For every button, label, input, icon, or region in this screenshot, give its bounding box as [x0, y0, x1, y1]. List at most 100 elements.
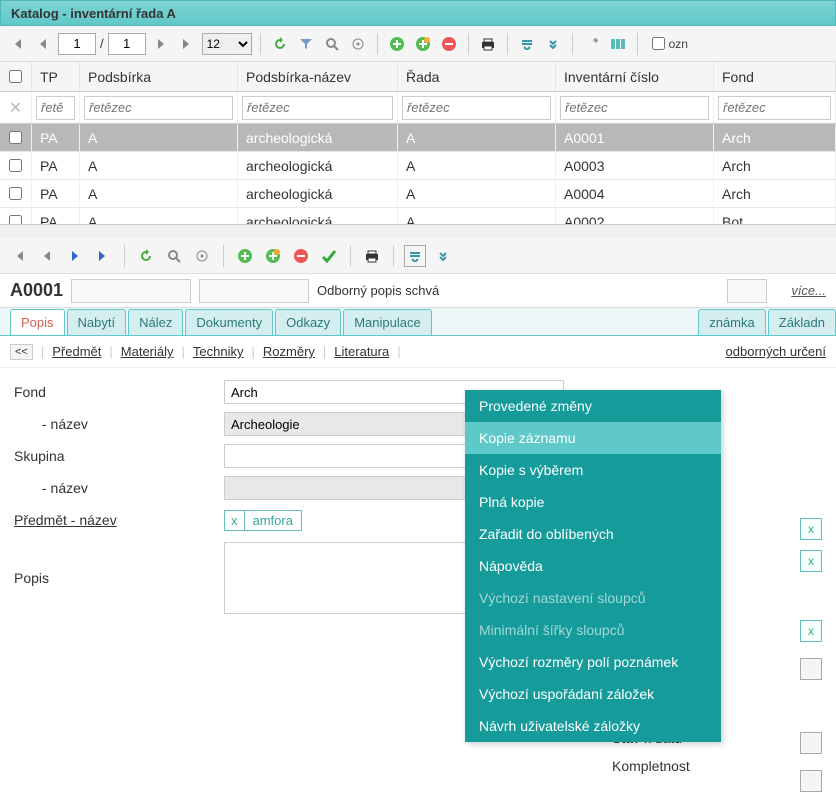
- label-nazev: - název: [14, 416, 224, 432]
- menu-item[interactable]: Kopie záznamu: [465, 422, 721, 454]
- target-button[interactable]: [347, 33, 369, 55]
- label-predmet[interactable]: Předmět - název: [14, 512, 224, 528]
- detail-menu2-button[interactable]: [432, 245, 454, 267]
- tools-button[interactable]: [581, 33, 603, 55]
- filter-podsbirka[interactable]: [84, 96, 233, 120]
- cell-tp: PA: [32, 180, 80, 207]
- x-button-3[interactable]: x: [800, 620, 822, 642]
- subtab-predmet[interactable]: Předmět: [52, 344, 101, 359]
- tab-popis[interactable]: Popis: [10, 309, 65, 335]
- square-2[interactable]: [800, 732, 822, 754]
- record-field-2[interactable]: [199, 279, 309, 303]
- detail-first-button[interactable]: [8, 245, 30, 267]
- refresh-button[interactable]: [269, 33, 291, 55]
- x-button-2[interactable]: x: [800, 550, 822, 572]
- print-button[interactable]: [477, 33, 499, 55]
- col-header-podsbirka-nazev[interactable]: Podsbírka-název: [238, 62, 398, 91]
- subtab-odbornych[interactable]: odborných určení: [726, 344, 826, 359]
- tab-nabyti[interactable]: Nabytí: [67, 309, 127, 335]
- subtab-literatura[interactable]: Literatura: [334, 344, 389, 359]
- detail-search-button[interactable]: [163, 245, 185, 267]
- filter-inv[interactable]: [560, 96, 709, 120]
- page-current-input[interactable]: [58, 33, 96, 55]
- tab-nalez[interactable]: Nález: [128, 309, 183, 335]
- cell-tp: PA: [32, 124, 80, 151]
- filter-podsbirka-nazev[interactable]: [242, 96, 393, 120]
- menu-item[interactable]: Nápověda: [465, 550, 721, 582]
- detail-last-button[interactable]: [92, 245, 114, 267]
- tag-remove-button[interactable]: x: [225, 511, 245, 530]
- menu-item[interactable]: Výchozí rozměry polí poznámek: [465, 646, 721, 678]
- subtab-rozmery[interactable]: Rozměry: [263, 344, 315, 359]
- more-link[interactable]: více...: [791, 283, 826, 298]
- add-copy-button[interactable]: [412, 33, 434, 55]
- table-row[interactable]: PAAarcheologickáAA0003Arch: [0, 152, 836, 180]
- clear-filters-button[interactable]: ✕: [9, 98, 22, 118]
- table-row[interactable]: PAAarcheologickáAA0001Arch: [0, 124, 836, 152]
- detail-menu1-button[interactable]: [404, 245, 426, 267]
- delete-button[interactable]: [438, 33, 460, 55]
- detail-save-button[interactable]: [318, 245, 340, 267]
- square-1[interactable]: [800, 658, 822, 680]
- col-header-podsbirka[interactable]: Podsbírka: [80, 62, 238, 91]
- detail-prev-button[interactable]: [36, 245, 58, 267]
- col-header-fond[interactable]: Fond: [714, 62, 836, 91]
- grid-hscrollbar[interactable]: [0, 224, 836, 238]
- cell-fond: Bot: [714, 208, 836, 224]
- subtab-prev[interactable]: <<: [10, 344, 33, 360]
- search-button[interactable]: [321, 33, 343, 55]
- tab-dokumenty[interactable]: Dokumenty: [185, 309, 273, 335]
- row-checkbox[interactable]: [9, 131, 22, 144]
- label-kompletnost: Kompletnost: [612, 758, 690, 774]
- subtab-techniky[interactable]: Techniky: [193, 344, 244, 359]
- detail-next-button[interactable]: [64, 245, 86, 267]
- next-page-button[interactable]: [150, 33, 172, 55]
- tab-manipulace[interactable]: Manipulace: [343, 309, 432, 335]
- filter-button[interactable]: [295, 33, 317, 55]
- first-page-button[interactable]: [6, 33, 28, 55]
- select-all-checkbox[interactable]: [9, 70, 22, 83]
- table-row[interactable]: PAAarcheologickáAA0002Bot: [0, 208, 836, 224]
- col-header-tp[interactable]: TP: [32, 62, 80, 91]
- subtab-materialy[interactable]: Materiály: [121, 344, 174, 359]
- filter-fond[interactable]: [718, 96, 831, 120]
- menu-item[interactable]: Zařadit do oblíbených: [465, 518, 721, 550]
- ozn-label: ozn: [669, 37, 688, 51]
- ozn-checkbox[interactable]: [652, 37, 665, 50]
- add-button[interactable]: [386, 33, 408, 55]
- detail-refresh-button[interactable]: [135, 245, 157, 267]
- row-checkbox[interactable]: [9, 215, 22, 224]
- record-field-3[interactable]: [727, 279, 767, 303]
- detail-target-button[interactable]: [191, 245, 213, 267]
- record-field-1[interactable]: [71, 279, 191, 303]
- x-button-1[interactable]: x: [800, 518, 822, 540]
- tab-odkazy[interactable]: Odkazy: [275, 309, 341, 335]
- page-size-select[interactable]: 12: [202, 33, 252, 55]
- tab-zakladni[interactable]: Základn: [768, 309, 836, 335]
- menu-down-button[interactable]: [516, 33, 538, 55]
- col-header-rada[interactable]: Řada: [398, 62, 556, 91]
- cell-rada: A: [398, 208, 556, 224]
- filter-tp[interactable]: [36, 96, 75, 120]
- detail-add-copy-button[interactable]: [262, 245, 284, 267]
- table-row[interactable]: PAAarcheologickáAA0004Arch: [0, 180, 836, 208]
- detail-delete-button[interactable]: [290, 245, 312, 267]
- square-3[interactable]: [800, 770, 822, 792]
- record-header: A0001 Odborný popis schvá více...: [0, 274, 836, 308]
- menu-item[interactable]: Výchozí uspořádaní záložek: [465, 678, 721, 710]
- last-page-button[interactable]: [176, 33, 198, 55]
- filter-rada[interactable]: [402, 96, 551, 120]
- menu-item[interactable]: Provedené změny: [465, 390, 721, 422]
- menu-item[interactable]: Plná kopie: [465, 486, 721, 518]
- detail-print-button[interactable]: [361, 245, 383, 267]
- columns-button[interactable]: [607, 33, 629, 55]
- col-header-inv[interactable]: Inventární číslo: [556, 62, 714, 91]
- menu-down2-button[interactable]: [542, 33, 564, 55]
- menu-item[interactable]: Kopie s výběrem: [465, 454, 721, 486]
- row-checkbox[interactable]: [9, 159, 22, 172]
- menu-item[interactable]: Návrh uživatelské záložky: [465, 710, 721, 742]
- prev-page-button[interactable]: [32, 33, 54, 55]
- row-checkbox[interactable]: [9, 187, 22, 200]
- detail-add-button[interactable]: [234, 245, 256, 267]
- tab-znamka[interactable]: známka: [698, 309, 766, 335]
